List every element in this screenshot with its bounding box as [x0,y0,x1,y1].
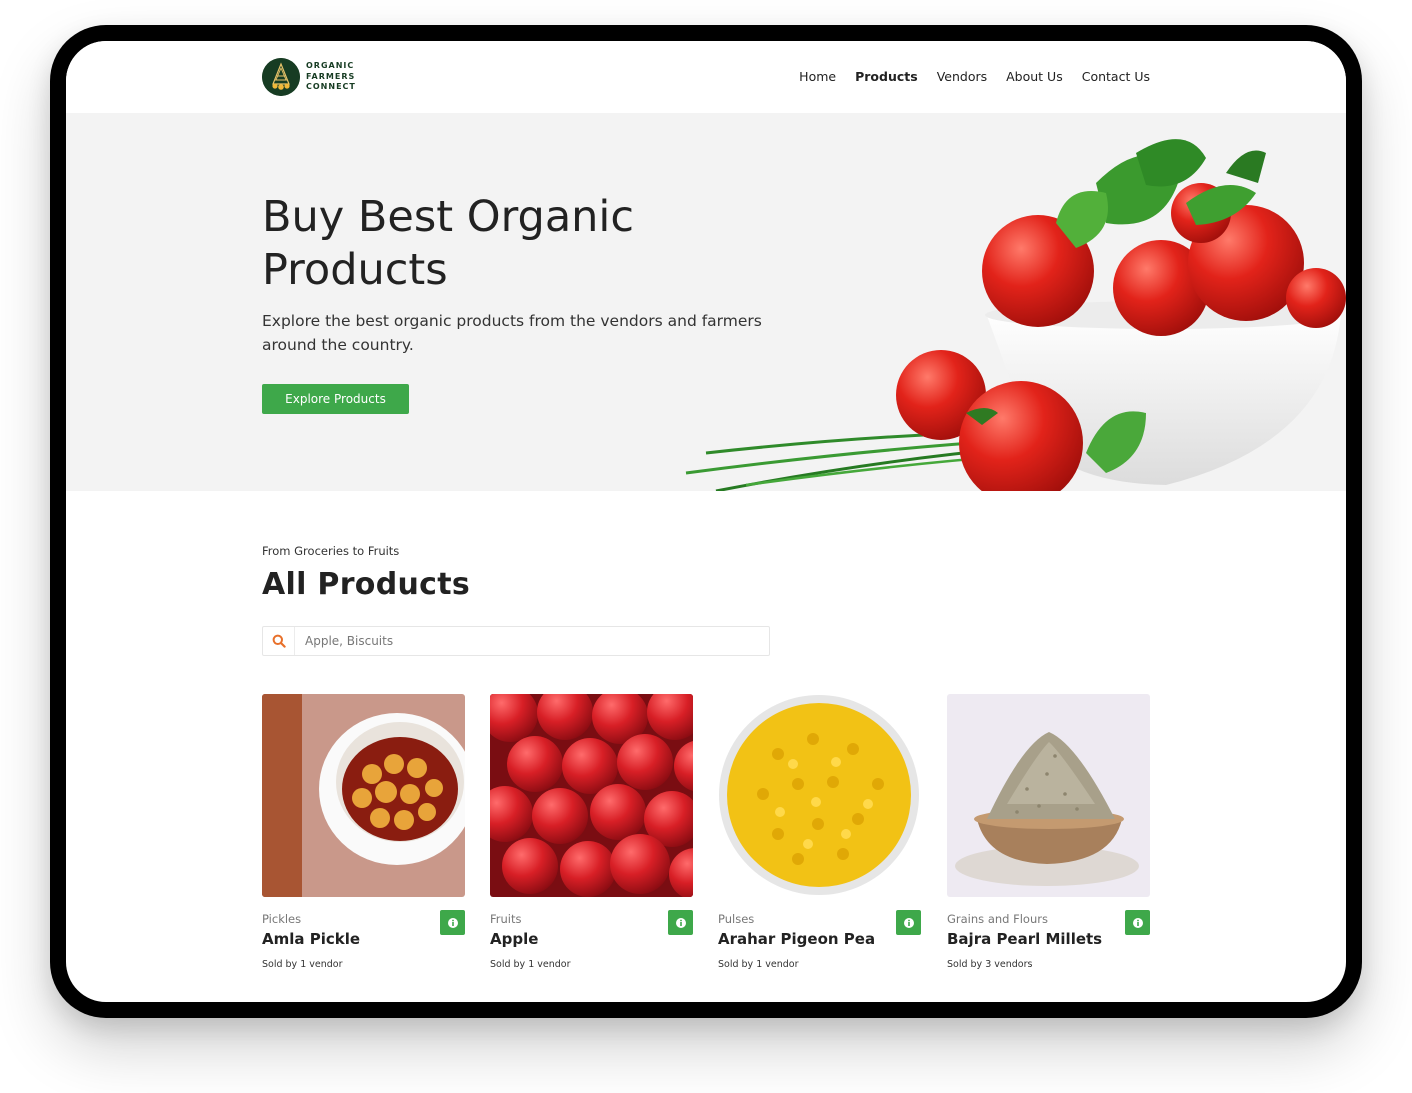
brand-line-2: FARMERS [306,71,356,81]
brand-logo[interactable]: ORGANIC FARMERS CONNECT [262,58,356,96]
nav-home[interactable]: Home [799,69,836,84]
product-category: Pickles [262,912,302,926]
product-category: Pulses [718,912,755,926]
nav-about-us[interactable]: About Us [1006,69,1063,84]
product-image-amla-pickle [262,694,465,897]
product-name[interactable]: Bajra Pearl Millets [947,930,1102,948]
info-icon[interactable] [668,910,693,935]
hero-banner: Buy Best Organic Products Explore the be… [66,113,1346,491]
product-vendor-count: Sold by 1 vendor [262,959,343,970]
nav-vendors[interactable]: Vendors [937,69,987,84]
device-frame: ORGANIC FARMERS CONNECT Home Products Ve… [50,25,1362,1018]
main-nav: Home Products Vendors About Us Contact U… [799,69,1150,84]
info-icon[interactable] [440,910,465,935]
product-category: Grains and Flours [947,912,1048,926]
search-input[interactable] [295,627,769,655]
product-name[interactable]: Apple [490,930,538,948]
info-icon[interactable] [896,910,921,935]
brand-line-3: CONNECT [306,82,356,92]
product-card[interactable]: Fruits Apple Sold by 1 vendor [490,694,693,970]
product-card[interactable]: Pulses Arahar Pigeon Pea Sold by 1 vendo… [718,694,921,970]
product-card[interactable]: Grains and Flours Bajra Pearl Millets So… [947,694,1150,970]
product-name[interactable]: Arahar Pigeon Pea [718,930,875,948]
brand-line-1: ORGANIC [306,61,355,71]
search-icon[interactable] [263,627,295,655]
tomato-bowl-image [685,139,1346,491]
product-vendor-count: Sold by 1 vendor [718,959,799,970]
product-search [262,626,770,656]
explore-products-button[interactable]: Explore Products [262,384,409,414]
product-vendor-count: Sold by 1 vendor [490,959,571,970]
product-card[interactable]: Pickles Amla Pickle Sold by 1 vendor [262,694,465,970]
site-header: ORGANIC FARMERS CONNECT Home Products Ve… [66,41,1346,113]
info-icon[interactable] [1125,910,1150,935]
product-name[interactable]: Amla Pickle [262,930,360,948]
browser-screen: ORGANIC FARMERS CONNECT Home Products Ve… [66,41,1346,1002]
nav-contact-us[interactable]: Contact Us [1082,69,1150,84]
nav-products[interactable]: Products [855,69,918,84]
product-image-apple [490,694,693,897]
section-title: All Products [262,567,471,602]
product-category: Fruits [490,912,522,926]
logo-emblem-icon [262,58,300,96]
section-kicker: From Groceries to Fruits [262,544,400,558]
product-vendor-count: Sold by 3 vendors [947,959,1033,970]
product-image-arahar-pigeon-pea [718,694,921,897]
product-image-bajra-pearl-millets [947,694,1150,897]
brand-name: ORGANIC FARMERS CONNECT [306,61,356,93]
